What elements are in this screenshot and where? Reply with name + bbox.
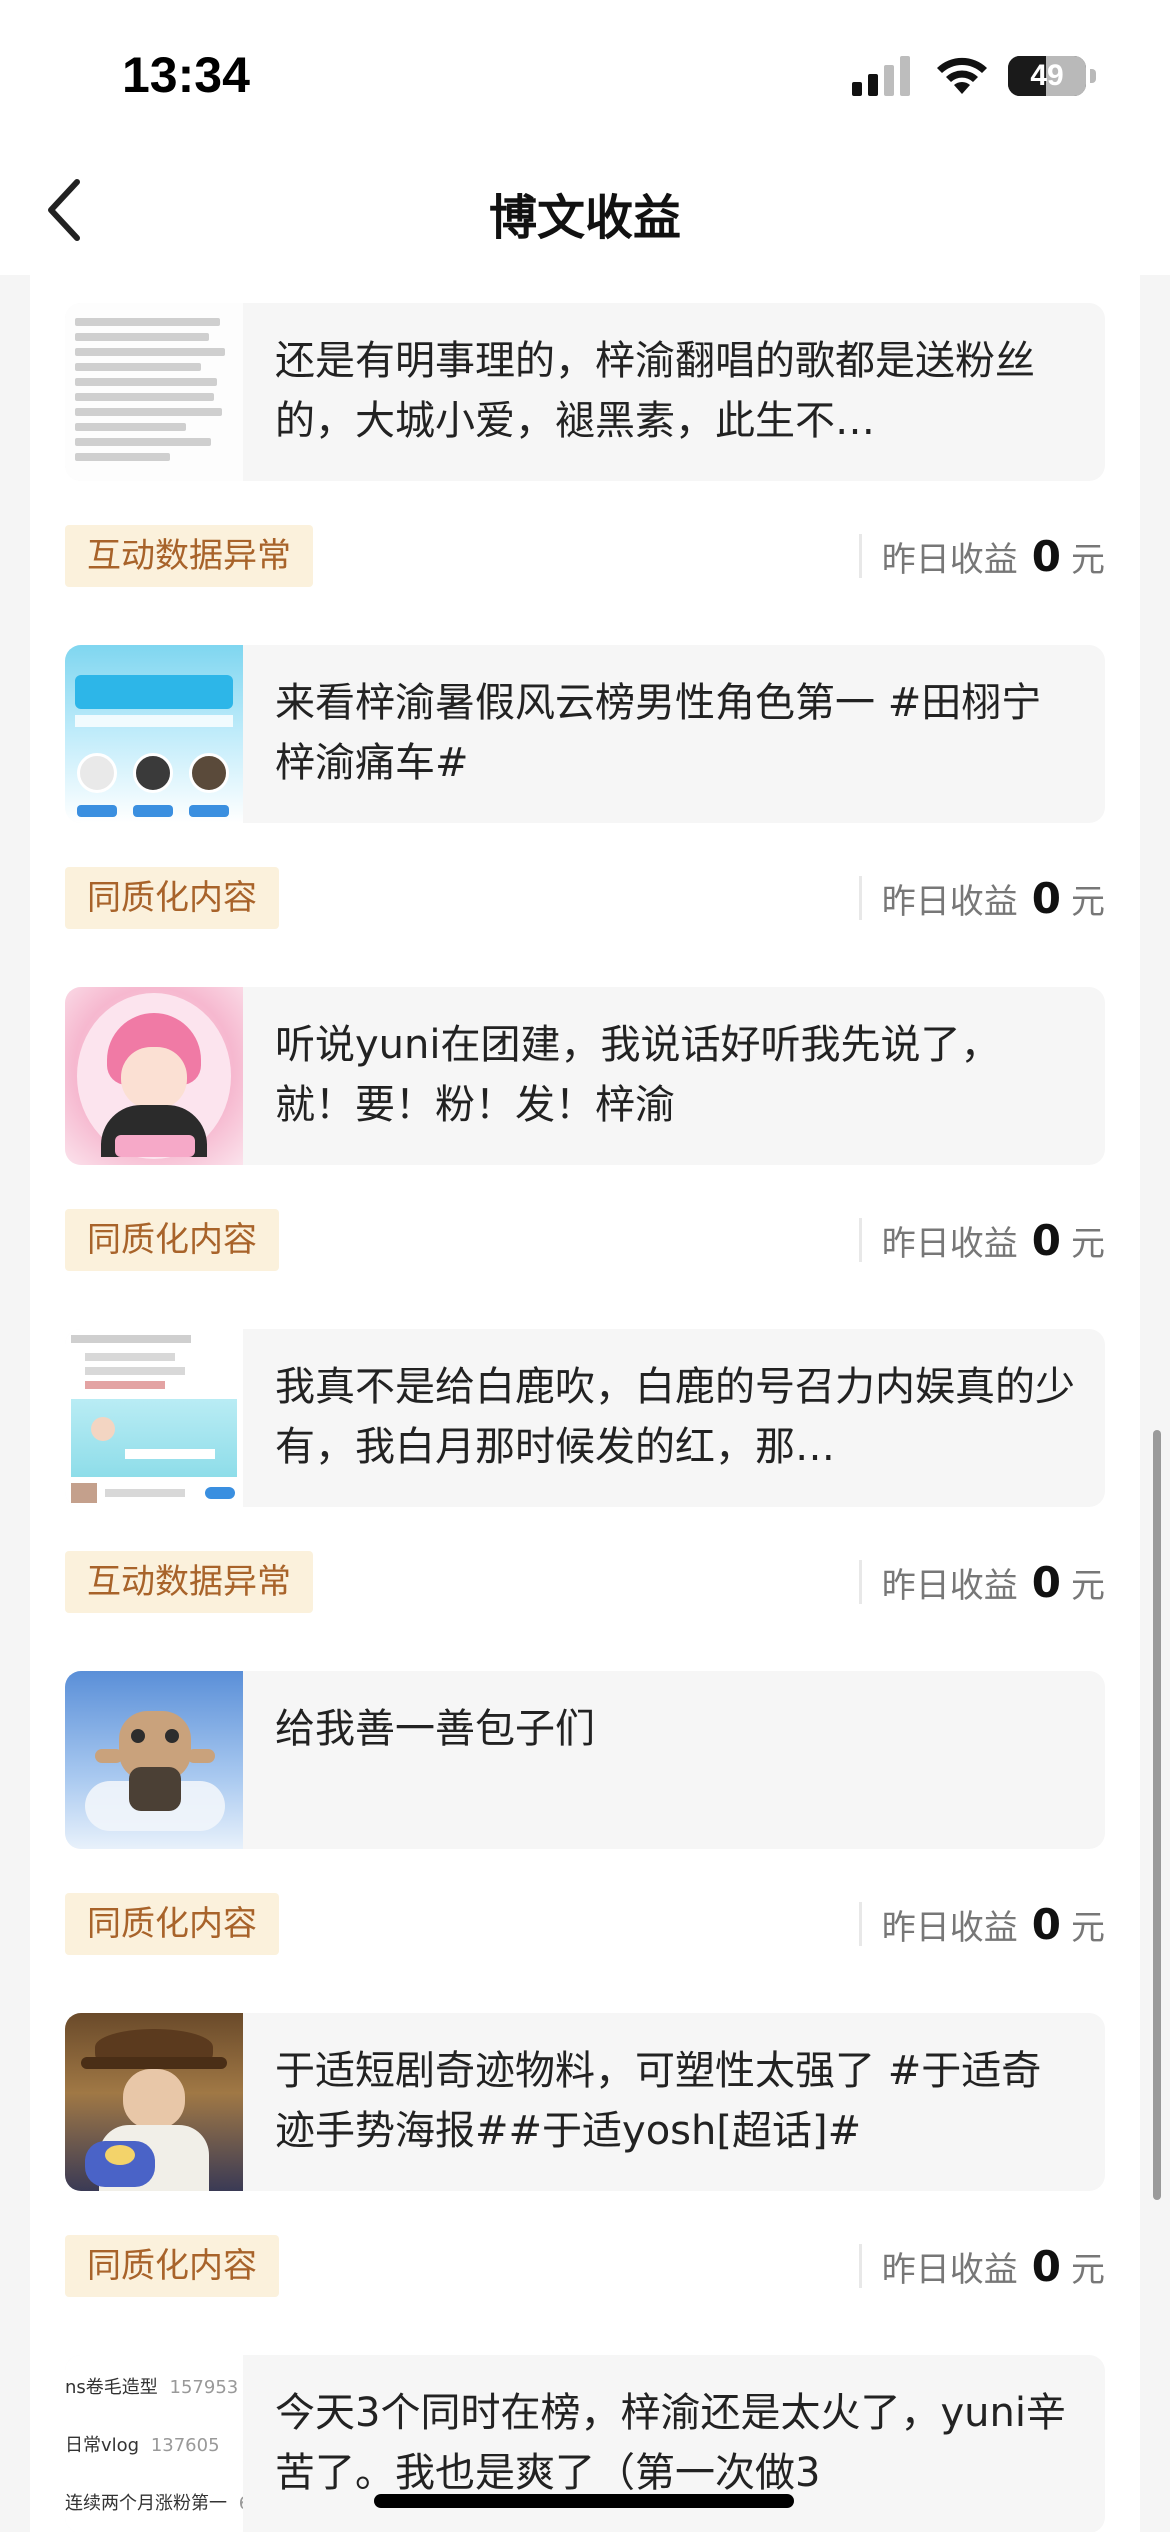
post-text: 来看梓渝暑假风云榜男性角色第一 #田栩宁梓渝痛车#	[275, 680, 1042, 786]
post-text: 听说yuni在团建，我说话好听我先说了，就！要！粉！发！梓渝	[275, 1022, 1001, 1128]
post-card[interactable]: 听说yuni在团建，我说话好听我先说了，就！要！粉！发！梓渝	[65, 987, 1105, 1165]
post-text: 今天3个同时在榜，梓渝还是太火了，yuni辛苦了。我也是爽了（第一次做3	[275, 2390, 1066, 2496]
status-time: 13:34	[122, 47, 250, 103]
post-text: 于适短剧奇迹物料，可塑性太强了 #于适奇迹手势海报##于适yosh[超话]#	[275, 2048, 1042, 2154]
post-card[interactable]: 于适短剧奇迹物料，可塑性太强了 #于适奇迹手势海报##于适yosh[超话]#	[65, 2013, 1105, 2191]
post-list: 还是有明事理的，梓渝翻唱的歌都是送粉丝的，大城小爱，褪黑素，此生不… 互动数据异…	[30, 275, 1140, 2532]
battery-icon: 49	[1008, 56, 1086, 96]
scrollbar[interactable]	[1153, 1430, 1161, 2200]
divider	[858, 1560, 862, 1604]
earnings-value: 0	[1031, 531, 1061, 581]
divider	[858, 2244, 862, 2288]
divider	[858, 876, 862, 920]
earnings-row: 昨日收益 0 元	[858, 1551, 1105, 1613]
divider	[858, 1902, 862, 1946]
post-card[interactable]: 给我善一善包子们	[65, 1671, 1105, 1849]
post-text: 给我善一善包子们	[275, 1706, 595, 1752]
post-thumbnail: ns卷毛造型 157953 日常vlog 137605 连续两个月涨粉第一 64	[65, 2355, 243, 2532]
post-thumbnail	[65, 1671, 243, 1849]
post-text: 我真不是给白鹿吹，白鹿的号召力内娱真的少有，我白月那时候发的红，那…	[275, 1364, 1075, 1470]
earnings-value: 0	[1031, 1899, 1061, 1949]
wifi-icon	[937, 57, 987, 94]
currency-unit: 元	[1071, 1907, 1105, 1948]
earnings-value: 0	[1031, 873, 1061, 923]
currency-unit: 元	[1071, 1223, 1105, 1264]
earnings-row: 昨日收益 0 元	[858, 1209, 1105, 1271]
post-thumbnail	[65, 987, 243, 1165]
battery-level: 49	[1030, 59, 1064, 92]
thumb-list-row: 日常vlog 137605	[65, 2435, 220, 2456]
currency-unit: 元	[1071, 881, 1105, 922]
page-title: 博文收益	[488, 190, 681, 246]
earnings-label: 昨日收益	[881, 881, 1018, 922]
post-thumbnail	[65, 1329, 243, 1507]
status-tag: 同质化内容	[65, 2235, 279, 2297]
earnings-label: 昨日收益	[881, 2249, 1018, 2290]
earnings-label: 昨日收益	[881, 1907, 1018, 1948]
status-tag: 同质化内容	[65, 867, 279, 929]
currency-unit: 元	[1071, 539, 1105, 580]
status-tag: 同质化内容	[65, 1209, 279, 1271]
earnings-label: 昨日收益	[881, 539, 1018, 580]
currency-unit: 元	[1071, 2249, 1105, 2290]
divider	[858, 1218, 862, 1262]
divider	[858, 534, 862, 578]
earnings-value: 0	[1031, 1215, 1061, 1265]
home-indicator[interactable]	[374, 2494, 794, 2508]
currency-unit: 元	[1071, 1565, 1105, 1606]
post-thumbnail	[65, 2013, 243, 2191]
earnings-value: 0	[1031, 2241, 1061, 2291]
earnings-row: 昨日收益 0 元	[858, 2235, 1105, 2297]
status-tag: 同质化内容	[65, 1893, 279, 1955]
post-thumbnail	[65, 645, 243, 823]
post-card[interactable]: 我真不是给白鹿吹，白鹿的号召力内娱真的少有，我白月那时候发的红，那…	[65, 1329, 1105, 1507]
post-thumbnail	[65, 303, 243, 481]
nav-header: 博文收益	[0, 150, 1170, 275]
earnings-label: 昨日收益	[881, 1223, 1018, 1264]
post-text: 还是有明事理的，梓渝翻唱的歌都是送粉丝的，大城小爱，褪黑素，此生不…	[275, 338, 1035, 444]
status-tag: 互动数据异常	[65, 525, 313, 587]
earnings-row: 昨日收益 0 元	[858, 525, 1105, 587]
thumb-list-row: 连续两个月涨粉第一 64	[65, 2493, 243, 2514]
status-tag: 互动数据异常	[65, 1551, 313, 1613]
earnings-label: 昨日收益	[881, 1565, 1018, 1606]
earnings-row: 昨日收益 0 元	[858, 867, 1105, 929]
battery-cap	[1090, 69, 1096, 83]
cellular-signal-icon	[852, 56, 910, 96]
status-bar: 13:34 49	[0, 0, 1170, 150]
post-card[interactable]: 来看梓渝暑假风云榜男性角色第一 #田栩宁梓渝痛车#	[65, 645, 1105, 823]
post-card[interactable]: 还是有明事理的，梓渝翻唱的歌都是送粉丝的，大城小爱，褪黑素，此生不…	[65, 303, 1105, 481]
thumb-list-row: ns卷毛造型 157953	[65, 2377, 239, 2398]
earnings-value: 0	[1031, 1557, 1061, 1607]
earnings-row: 昨日收益 0 元	[858, 1893, 1105, 1955]
